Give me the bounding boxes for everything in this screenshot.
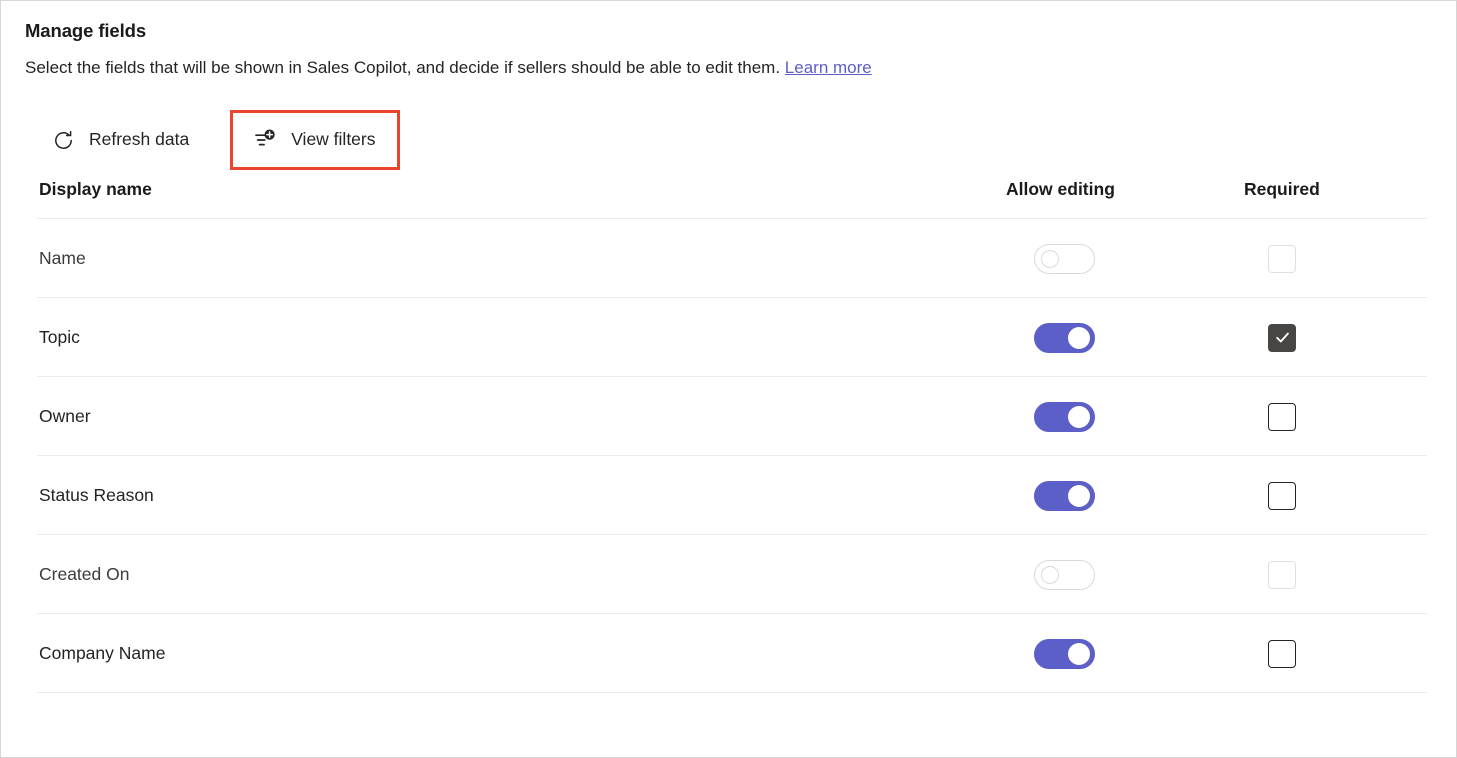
page-description: Select the fields that will be shown in … (25, 56, 1456, 80)
table-row: Status Reason (37, 456, 1427, 535)
allow-editing-toggle (1034, 559, 1095, 590)
toggle-knob (1068, 484, 1090, 507)
allow-editing-toggle (1034, 243, 1095, 274)
required-cell (1244, 481, 1427, 510)
allow-editing-cell (1006, 638, 1244, 669)
allow-editing-cell (1006, 243, 1244, 274)
fields-table: Display name Allow editing Required Name… (1, 173, 1456, 693)
table-row: Topic (37, 298, 1427, 377)
field-display-name: Owner (39, 406, 91, 426)
allow-editing-cell (1006, 322, 1244, 353)
field-display-name: Created On (39, 564, 130, 584)
allow-editing-toggle[interactable] (1034, 638, 1095, 669)
required-cell (1244, 402, 1427, 431)
field-display-name: Status Reason (39, 485, 154, 505)
allow-editing-cell (1006, 559, 1244, 590)
column-header-allow-editing: Allow editing (1006, 179, 1115, 199)
column-header-required: Required (1244, 179, 1320, 199)
view-filters-label: View filters (291, 129, 376, 150)
toggle-knob (1068, 405, 1090, 428)
required-checkbox (1268, 560, 1296, 589)
toggle-knob (1041, 565, 1059, 584)
page-header: Manage fields Select the fields that wil… (1, 1, 1456, 80)
manage-fields-page: Manage fields Select the fields that wil… (0, 0, 1457, 758)
refresh-data-button[interactable]: Refresh data (37, 110, 203, 170)
refresh-data-label: Refresh data (89, 129, 190, 150)
field-display-name: Company Name (39, 643, 166, 663)
allow-editing-cell (1006, 401, 1244, 432)
column-header-display-name: Display name (39, 179, 152, 199)
table-row: Name (37, 219, 1427, 298)
allow-editing-cell (1006, 480, 1244, 511)
required-checkbox[interactable] (1268, 323, 1296, 352)
table-body: Name Topic Owner Status Reason Created On Com… (37, 219, 1427, 693)
required-cell (1244, 244, 1427, 273)
toggle-knob (1041, 249, 1059, 268)
required-cell (1244, 560, 1427, 589)
allow-editing-toggle[interactable] (1034, 322, 1095, 353)
required-cell (1244, 639, 1427, 668)
required-cell (1244, 323, 1427, 352)
learn-more-link[interactable]: Learn more (785, 58, 872, 77)
allow-editing-toggle[interactable] (1034, 480, 1095, 511)
page-description-text: Select the fields that will be shown in … (25, 58, 781, 77)
field-display-name: Topic (39, 327, 80, 347)
view-filters-button[interactable]: View filters (230, 110, 400, 170)
allow-editing-toggle[interactable] (1034, 401, 1095, 432)
command-bar: Refresh data View filters (1, 109, 1456, 171)
refresh-icon (51, 128, 76, 153)
required-checkbox[interactable] (1268, 639, 1296, 668)
table-row: Created On (37, 535, 1427, 614)
toggle-knob (1068, 326, 1090, 349)
required-checkbox (1268, 244, 1296, 273)
add-filter-icon (252, 127, 278, 153)
required-checkbox[interactable] (1268, 481, 1296, 510)
table-row: Company Name (37, 614, 1427, 693)
table-row: Owner (37, 377, 1427, 456)
required-checkbox[interactable] (1268, 402, 1296, 431)
table-header-row: Display name Allow editing Required (37, 173, 1427, 219)
field-display-name: Name (39, 248, 86, 268)
toggle-knob (1068, 642, 1090, 665)
page-title: Manage fields (25, 20, 147, 41)
